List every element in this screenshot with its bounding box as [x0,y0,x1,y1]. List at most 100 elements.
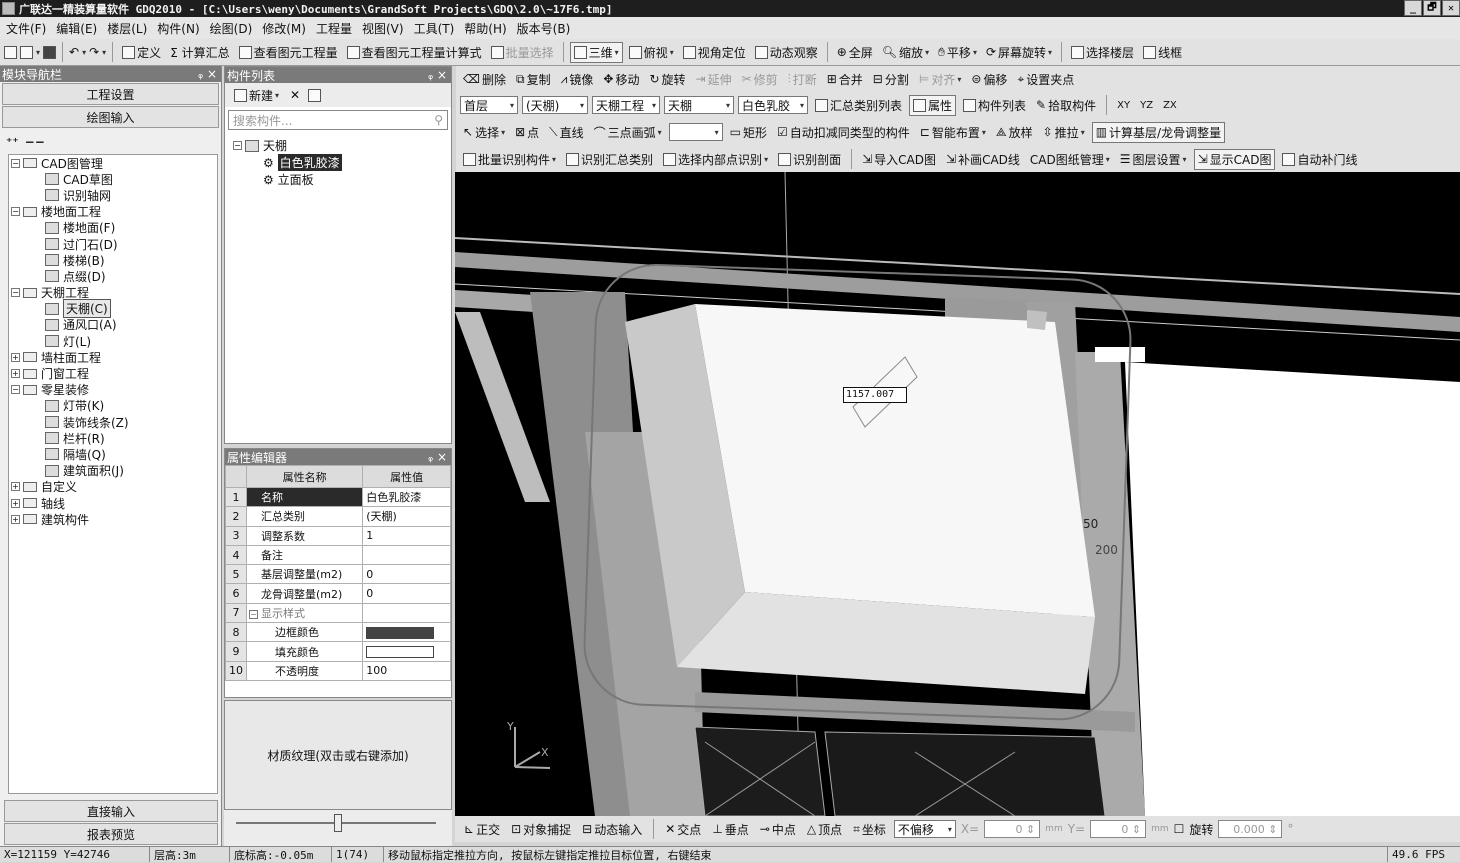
import-cad-button[interactable]: ⇲ 导入CAD图 [859,150,939,169]
x-offset-input[interactable]: 0 ⇕ [984,820,1041,838]
point-button[interactable]: ⊠ 点 [512,123,542,142]
copy-button[interactable]: ⧉ 复制 [513,70,554,89]
minimize-button[interactable]: _ [1404,0,1422,16]
select-button[interactable]: ↖ 选择 ▾ [460,123,508,142]
view-3d-button[interactable]: 三维 ▾ [569,41,623,63]
component-search-input[interactable]: 搜索构件... ⚲ [228,110,448,130]
collapse-icon[interactable]: − [249,609,258,619]
view-quantity-button[interactable]: 查看图元工程量 [236,43,341,62]
expand-all-icon[interactable]: ⁺⁺ [6,135,19,149]
type-select[interactable]: 天棚 ▾ [664,96,734,114]
property-row[interactable]: 6 龙骨调整量(m2) 0 [225,583,451,604]
push-pull-button[interactable]: ⇳ 推拉 ▾ [1040,123,1088,142]
extend-button[interactable]: ⇥ 延伸 [693,70,735,89]
show-cad-button[interactable]: ⇲ 显示CAD图 [1193,148,1276,170]
redo-icon[interactable]: ↷ [89,45,99,59]
dynamic-view-button[interactable]: 动态观察 [752,43,821,62]
menu-tools[interactable]: 工具(T) [414,20,455,37]
nav-tree-item[interactable]: − 楼地面工程 [9,204,217,220]
object-snap-toggle[interactable]: ⊡ 对象捕捉 [508,820,574,839]
category-select[interactable]: (天棚) ▾ [522,96,588,114]
undo-icon[interactable]: ↶ [69,45,79,59]
set-grip-button[interactable]: ⌖ 设置夹点 [1014,70,1077,89]
offset-mode-select[interactable]: 不偏移 ▾ [893,820,956,838]
cad-manage-button[interactable]: CAD图纸管理 ▾ [1027,150,1113,169]
nav-tree-item[interactable]: 天棚(C) [9,299,217,319]
menu-draw[interactable]: 绘图(D) [210,20,253,37]
nav-tree-item[interactable]: 灯带(K) [9,398,217,414]
border-color-swatch[interactable] [366,626,435,639]
copy-icon[interactable] [308,88,322,102]
chevron-down-icon[interactable]: ▾ [36,48,40,57]
property-row[interactable]: 5 基层调整量(m2) 0 [225,564,451,585]
chevron-down-icon[interactable]: ▾ [102,48,106,57]
fullscreen-button[interactable]: ⊕ 全屏 [834,43,876,62]
merge-button[interactable]: ⊞ 合并 [824,70,866,89]
loft-button[interactable]: ⟁ 放样 [993,123,1036,142]
nav-tree-item[interactable]: 点缀(D) [9,268,217,284]
property-row[interactable]: 10 不透明度 100 [225,660,451,681]
property-row[interactable]: 2 汇总类别 (天棚) [225,506,451,527]
batch-select-button[interactable]: 批量选择 [488,43,557,62]
arc-button[interactable]: ⌒ 三点画弧 ▾ [591,123,665,142]
expand-icon[interactable]: + [11,514,20,524]
expand-icon[interactable]: + [11,482,20,492]
tree-root-ceiling[interactable]: − 天棚 [233,137,451,154]
top-view-button[interactable]: 俯视 ▾ [626,43,677,62]
pin-icon[interactable]: ᵩ [428,450,433,464]
intersection-snap[interactable]: ✕ 交点 [662,820,704,839]
zoom-button[interactable]: 🔍︎ 缩放 ▾ [879,43,932,62]
pin-icon[interactable]: ᵩ [428,68,433,82]
menu-edit[interactable]: 编辑(E) [56,20,97,37]
menu-file[interactable]: 文件(F) [6,20,46,37]
identify-category-button[interactable]: 识别汇总类别 [563,150,656,169]
rotate-screen-button[interactable]: ⟳ 屏幕旋转 ▾ [983,43,1055,62]
view-position-button[interactable]: 视角定位 [680,43,749,62]
nav-tree-item[interactable]: + 墙柱面工程 [9,349,217,365]
nav-tree-item[interactable]: 装饰线条(Z) [9,414,217,430]
opacity-slider[interactable] [224,810,452,846]
view-formula-button[interactable]: 查看图元工程量计算式 [344,43,485,62]
dynamic-input-toggle[interactable]: ⊟ 动态输入 [579,820,645,839]
identify-section-button[interactable]: 识别剖面 [775,150,844,169]
expand-icon[interactable]: + [11,369,20,379]
zx-plane-button[interactable]: ZX [1160,99,1180,112]
property-value[interactable]: 0 [362,564,451,585]
delete-button[interactable]: ⌫ 删除 [460,70,509,89]
component-item[interactable]: ⚙ 立面板 [233,171,451,188]
nav-tree-item[interactable]: 识别轴网 [9,187,217,203]
nav-tree-item[interactable]: 楼地面(F) [9,220,217,236]
material-texture-area[interactable]: 材质纹理(双击或右键添加) [224,700,452,810]
nav-tree-item[interactable]: + 建筑构件 [9,511,217,527]
project-select[interactable]: 天棚工程 ▾ [592,96,660,114]
grip-marker[interactable] [1027,310,1047,330]
calc-adjust-button[interactable]: ▥ 计算基层/龙骨调整量 [1091,121,1226,143]
line-button[interactable]: ⟍ 直线 [546,123,586,142]
attributes-button[interactable]: 属性 [909,94,957,116]
search-icon[interactable]: ⚲ [434,113,443,127]
collapse-icon[interactable]: − [11,385,20,395]
auto-deduct-checkbox[interactable]: ☑ 自动扣减同类型的构件 [774,123,913,142]
menu-quantity[interactable]: 工程量 [316,20,352,37]
nav-tree-item[interactable]: + 自定义 [9,479,217,495]
close-button[interactable]: ✕ [1442,0,1460,16]
menu-floor[interactable]: 楼层(L) [107,20,147,37]
coordinate-snap[interactable]: ⌗ 坐标 [850,820,889,839]
collapse-icon[interactable]: − [233,141,242,150]
split-button[interactable]: ⊟ 分割 [870,70,912,89]
close-icon[interactable]: × [437,68,447,82]
report-preview-button[interactable]: 报表预览 [4,823,218,845]
property-value[interactable]: 100 [362,660,451,681]
break-button[interactable]: ⫶ 打断 [785,70,820,89]
nav-tree-item[interactable]: − 零星装修 [9,382,217,398]
offset-button[interactable]: ⊜ 偏移 [968,70,1010,89]
expand-icon[interactable]: + [11,498,20,508]
menu-component[interactable]: 构件(N) [157,20,199,37]
auto-door-line-button[interactable]: 自动补门线 [1279,150,1360,169]
xy-plane-button[interactable]: XY [1114,99,1133,112]
summary-list-button[interactable]: 汇总类别列表 [812,96,905,115]
dimension-input[interactable]: 1157.007 [843,387,907,403]
midpoint-snap[interactable]: ⊸ 中点 [757,820,799,839]
property-value[interactable]: 1 [362,525,451,546]
pin-icon[interactable]: ᵩ [198,67,203,81]
